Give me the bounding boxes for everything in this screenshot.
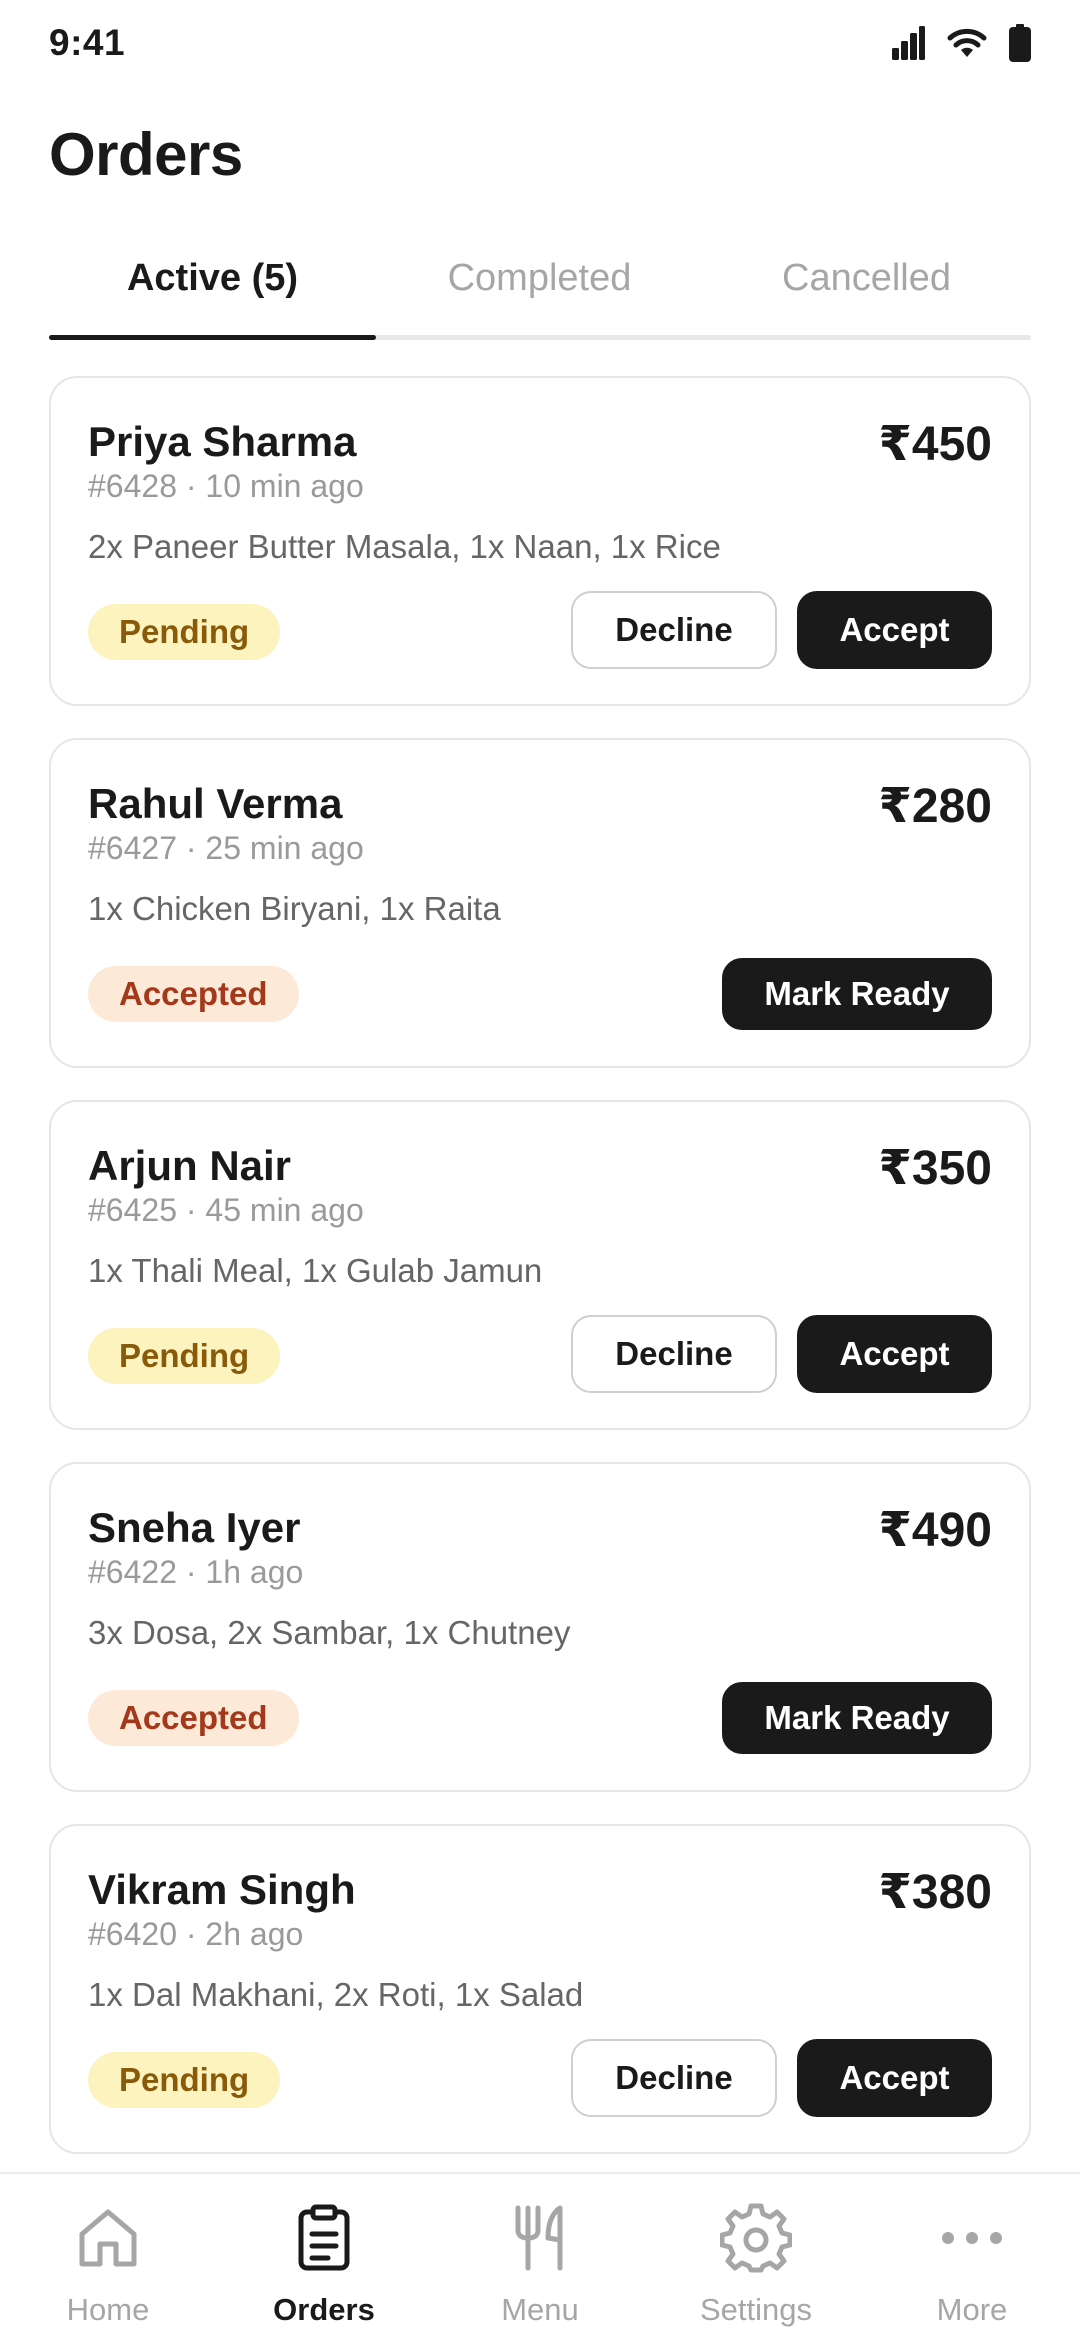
nav-item-orders[interactable]: Orders [216, 2174, 432, 2340]
order-meta: #6420 · 2h ago [88, 1916, 304, 1952]
order-actions: Decline Accept [571, 1315, 992, 1393]
order-card[interactable]: Priya Sharma ₹450 #6428 · 10 min ago 2x … [49, 376, 1031, 706]
order-actions: Mark Ready [722, 1682, 992, 1754]
nav-item-home[interactable]: Home [0, 2174, 216, 2340]
fork-knife-icon [515, 2205, 563, 2271]
status-bar: 9:41 [0, 0, 1080, 86]
tab-completed[interactable]: Completed [376, 248, 703, 340]
status-icons [891, 22, 1031, 64]
accept-button[interactable]: Accept [797, 2039, 992, 2117]
status-badge: Accepted [88, 966, 299, 1022]
order-meta: #6428 · 10 min ago [88, 468, 364, 504]
order-items: 2x Paneer Butter Masala, 1x Naan, 1x Ric… [88, 528, 721, 565]
order-price: ₹280 [878, 780, 992, 833]
mark-ready-button[interactable]: Mark Ready [722, 1682, 992, 1754]
order-actions: Decline Accept [571, 2039, 992, 2117]
nav-item-menu[interactable]: Menu [432, 2174, 648, 2340]
status-badge: Accepted [88, 1690, 299, 1746]
order-actions: Decline Accept [571, 591, 992, 669]
page-title: Orders [49, 121, 243, 188]
clipboard-icon [298, 2204, 350, 2271]
order-price: ₹490 [878, 1504, 992, 1557]
nav-item-settings[interactable]: Settings [648, 2174, 864, 2340]
customer-name: Sneha Iyer [88, 1504, 301, 1551]
nav-label: More [936, 2292, 1008, 2327]
orders-list: Priya Sharma ₹450 #6428 · 10 min ago 2x … [49, 376, 1031, 2186]
tabs-active-indicator [49, 335, 376, 340]
order-tabs: Active (5) Completed Cancelled [49, 248, 1031, 340]
customer-name: Vikram Singh [88, 1866, 356, 1913]
mark-ready-button[interactable]: Mark Ready [722, 958, 992, 1030]
decline-button[interactable]: Decline [571, 1315, 777, 1393]
order-card[interactable]: Rahul Verma ₹280 #6427 · 25 min ago 1x C… [49, 738, 1031, 1068]
status-badge: Pending [88, 2052, 281, 2108]
decline-button[interactable]: Decline [571, 591, 777, 669]
wifi-icon [947, 28, 987, 57]
order-items: 1x Thali Meal, 1x Gulab Jamun [88, 1252, 543, 1289]
order-items: 1x Chicken Biryani, 1x Raita [88, 890, 501, 927]
cellular-signal-icon [892, 26, 925, 60]
customer-name: Priya Sharma [88, 418, 357, 465]
order-card[interactable]: Vikram Singh ₹380 #6420 · 2h ago 1x Dal … [49, 1824, 1031, 2154]
home-icon [79, 2209, 137, 2267]
customer-name: Rahul Verma [88, 780, 343, 827]
nav-label: Settings [699, 2292, 812, 2327]
order-price: ₹380 [878, 1866, 992, 1919]
order-card[interactable]: Arjun Nair ₹350 #6425 · 45 min ago 1x Th… [49, 1100, 1031, 1430]
order-meta: #6422 · 1h ago [88, 1554, 304, 1590]
nav-label: Orders [273, 2292, 375, 2327]
order-price: ₹350 [878, 1142, 992, 1195]
status-badge: Pending [88, 604, 281, 660]
order-card[interactable]: Sneha Iyer ₹490 #6422 · 1h ago 3x Dosa, … [49, 1462, 1031, 1792]
battery-icon [1009, 24, 1031, 62]
status-badge: Pending [88, 1328, 281, 1384]
status-time: 9:41 [49, 22, 126, 63]
nav-item-more[interactable]: More [864, 2174, 1080, 2340]
order-price: ₹450 [878, 418, 992, 471]
order-actions: Mark Ready [722, 958, 992, 1030]
bottom-nav: Home Orders Menu Settings More [0, 2172, 1080, 2340]
decline-button[interactable]: Decline [571, 2039, 777, 2117]
more-dots-icon [942, 2232, 1002, 2244]
gear-icon [720, 2203, 792, 2273]
nav-label: Menu [501, 2292, 579, 2327]
customer-name: Arjun Nair [88, 1142, 292, 1189]
nav-label: Home [66, 2292, 150, 2327]
order-meta: #6425 · 45 min ago [88, 1192, 364, 1228]
order-meta: #6427 · 25 min ago [88, 830, 364, 866]
tab-active[interactable]: Active (5) [49, 248, 376, 340]
tab-cancelled[interactable]: Cancelled [703, 248, 1030, 340]
order-items: 3x Dosa, 2x Sambar, 1x Chutney [88, 1614, 571, 1651]
accept-button[interactable]: Accept [797, 1315, 992, 1393]
accept-button[interactable]: Accept [797, 591, 992, 669]
order-items: 1x Dal Makhani, 2x Roti, 1x Salad [88, 1976, 584, 2013]
